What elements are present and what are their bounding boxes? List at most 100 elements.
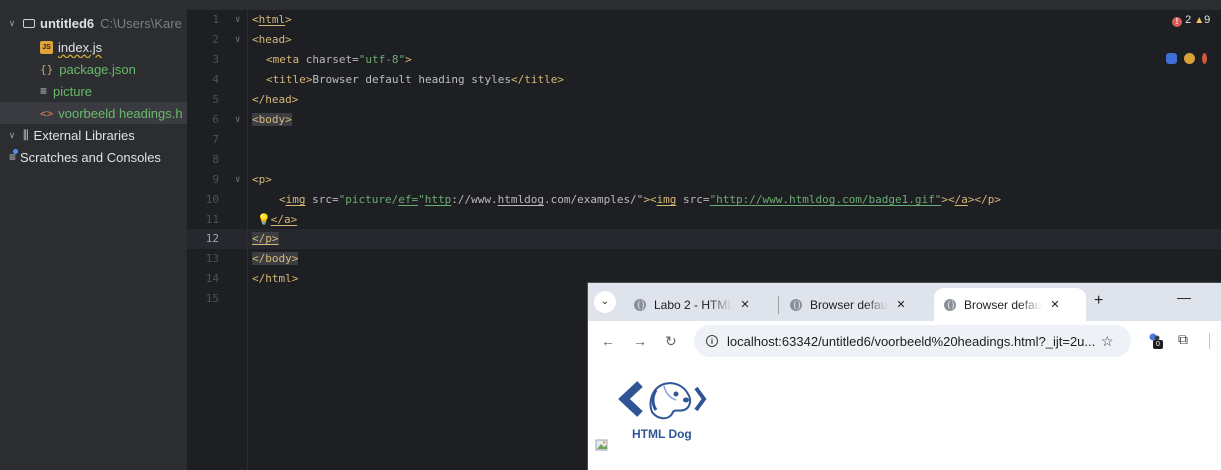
browser-window: ⌄ Labo 2 - HTML dee ✕ Browser default he… <box>588 283 1221 470</box>
code-line-4: <title>Browser default heading styles</t… <box>266 73 565 86</box>
back-arrow-icon[interactable]: ← <box>601 333 615 349</box>
extension-icon[interactable]: 0 <box>1148 333 1163 349</box>
tab-search-icon[interactable]: ⌄ <box>594 291 616 313</box>
js-file-icon: JS <box>40 40 53 54</box>
html-dog-logo[interactable] <box>618 372 708 434</box>
line-number: 4 <box>212 73 219 86</box>
line-number: 7 <box>212 133 219 146</box>
line-number: 5 <box>212 93 219 106</box>
firefox-icon[interactable] <box>1202 53 1207 64</box>
line-number: 10 <box>205 193 219 206</box>
code-line-6: <body> <box>252 113 292 126</box>
external-libraries-label: External Libraries <box>33 127 135 143</box>
line-number: 3 <box>212 53 219 66</box>
html-file-icon: <> <box>40 106 54 120</box>
close-icon[interactable]: ✕ <box>738 298 752 311</box>
file-name: voorbeeld headings.h <box>58 105 183 121</box>
line-number: 8 <box>212 153 219 166</box>
forward-arrow-icon[interactable]: → <box>633 333 647 349</box>
close-icon[interactable]: ✕ <box>894 298 908 311</box>
tab-title: Labo 2 - HTML dee <box>654 297 732 312</box>
scratches-label: Scratches and Consoles <box>20 149 161 165</box>
chevron-down-icon[interactable]: ∨ <box>7 18 17 28</box>
code-line-1: <html> <box>252 13 292 26</box>
line-number: 9 <box>212 173 219 186</box>
line-number: 11 <box>205 213 219 226</box>
text-file-icon: ≡ <box>40 84 48 98</box>
chrome-icon[interactable] <box>1184 53 1195 64</box>
tab-browser-default-1[interactable]: Browser default he ✕ <box>780 288 930 321</box>
tab-labo2[interactable]: Labo 2 - HTML dee ✕ <box>624 288 776 321</box>
address-bar[interactable]: i localhost:63342/untitled6/voorbeeld%20… <box>694 325 1131 357</box>
line-number: 13 <box>205 252 219 265</box>
toolbar-divider <box>1209 333 1210 349</box>
broken-image-icon[interactable] <box>595 437 609 451</box>
new-tab-icon[interactable]: + <box>1094 292 1103 310</box>
tab-browser-default-active[interactable]: Browser default he ✕ <box>934 288 1086 321</box>
code-line-11: 💡</a> <box>257 210 297 230</box>
line-number: 2 <box>212 33 219 46</box>
intention-bulb-icon[interactable]: 💡 <box>257 210 271 230</box>
minimize-icon[interactable]: — <box>1177 289 1191 305</box>
line-number: 1 <box>212 13 219 26</box>
preview-icon[interactable] <box>1166 53 1177 64</box>
reload-icon[interactable]: ↻ <box>665 333 677 350</box>
tab-strip: ⌄ Labo 2 - HTML dee ✕ Browser default he… <box>588 283 1221 321</box>
url-text[interactable]: localhost:63342/untitled6/voorbeeld%20he… <box>727 334 1097 349</box>
chevron-down-icon[interactable]: ∨ <box>7 130 17 140</box>
logo-caption: HTML Dog <box>632 427 692 441</box>
tree-item-index-js[interactable]: JS index.js <box>0 36 187 58</box>
fold-chevron-icon[interactable]: ∨ <box>235 110 240 130</box>
bookmark-star-icon[interactable]: ☆ <box>1101 333 1114 350</box>
project-tool-window: ∨ untitled6 C:\Users\Kare JS index.js {}… <box>0 10 187 470</box>
close-icon[interactable]: ✕ <box>1048 298 1062 311</box>
tab-separator <box>778 296 779 314</box>
code-line-10: <img src="picture/ef="http://www.htmldog… <box>279 193 1001 206</box>
root-folder-name: untitled6 <box>40 15 95 31</box>
tab-title: Browser default he <box>964 297 1042 312</box>
globe-icon <box>944 298 956 311</box>
puzzle-icon[interactable]: ⧉ <box>1178 331 1188 348</box>
fold-chevron-icon[interactable]: ∨ <box>235 30 240 50</box>
library-icon: ⫼ <box>23 127 29 142</box>
tree-item-scratches[interactable]: ≡ Scratches and Consoles <box>0 146 187 168</box>
page-viewport: HTML Dog <box>588 361 1221 470</box>
tree-item-voorbeeld-headings[interactable]: <> voorbeeld headings.h <box>0 102 187 124</box>
extension-badge: 0 <box>1153 340 1163 349</box>
code-line-14: </html> <box>252 272 299 285</box>
line-number: 6 <box>212 113 219 126</box>
warning-icon: ▲ <box>1194 15 1205 26</box>
code-line-12: </p> <box>252 232 279 245</box>
root-folder-path: C:\Users\Kare <box>100 15 182 31</box>
error-count: 2 <box>1185 14 1192 26</box>
tab-title: Browser default he <box>810 297 888 312</box>
info-icon[interactable]: i <box>706 335 718 347</box>
folder-icon <box>23 18 35 28</box>
inspections-widget[interactable]: ! 2 ▲9 <box>1172 14 1210 27</box>
file-name: package.json <box>59 61 136 77</box>
json-file-icon: {} <box>40 62 54 76</box>
fold-chevron-icon[interactable]: ∨ <box>235 10 240 30</box>
tree-item-package-json[interactable]: {} package.json <box>0 58 187 80</box>
browser-toolbar: ← → ↻ i localhost:63342/untitled6/voorbe… <box>588 321 1221 361</box>
gutter-separator <box>247 10 248 470</box>
globe-icon <box>634 298 646 311</box>
open-in-browser-bar <box>1166 53 1207 64</box>
warning-count: 9 <box>1204 14 1211 26</box>
code-line-13: </body> <box>252 252 299 265</box>
file-name: picture <box>53 83 93 99</box>
code-line-5: </head> <box>252 93 299 106</box>
scratches-icon: ≡ <box>9 149 19 164</box>
line-number: 15 <box>205 292 219 305</box>
globe-icon <box>790 298 802 311</box>
line-number-current: 12 <box>205 232 219 245</box>
fold-chevron-icon[interactable]: ∨ <box>235 170 240 190</box>
tree-item-external-libraries[interactable]: ∨ ⫼ External Libraries <box>0 124 187 146</box>
code-line-3: <meta charset="utf-8"> <box>266 53 412 66</box>
tree-root-untitled6[interactable]: ∨ untitled6 C:\Users\Kare <box>0 12 187 34</box>
error-icon: ! <box>1172 17 1182 27</box>
ide-top-strip <box>0 0 1221 10</box>
editor-gutter: 1 2 3 4 5 6 7 8 9 10 11 12 13 14 15 ∨ ∨ … <box>187 10 247 470</box>
tree-item-picture[interactable]: ≡ picture <box>0 80 187 102</box>
code-line-9: <p> <box>252 173 272 186</box>
